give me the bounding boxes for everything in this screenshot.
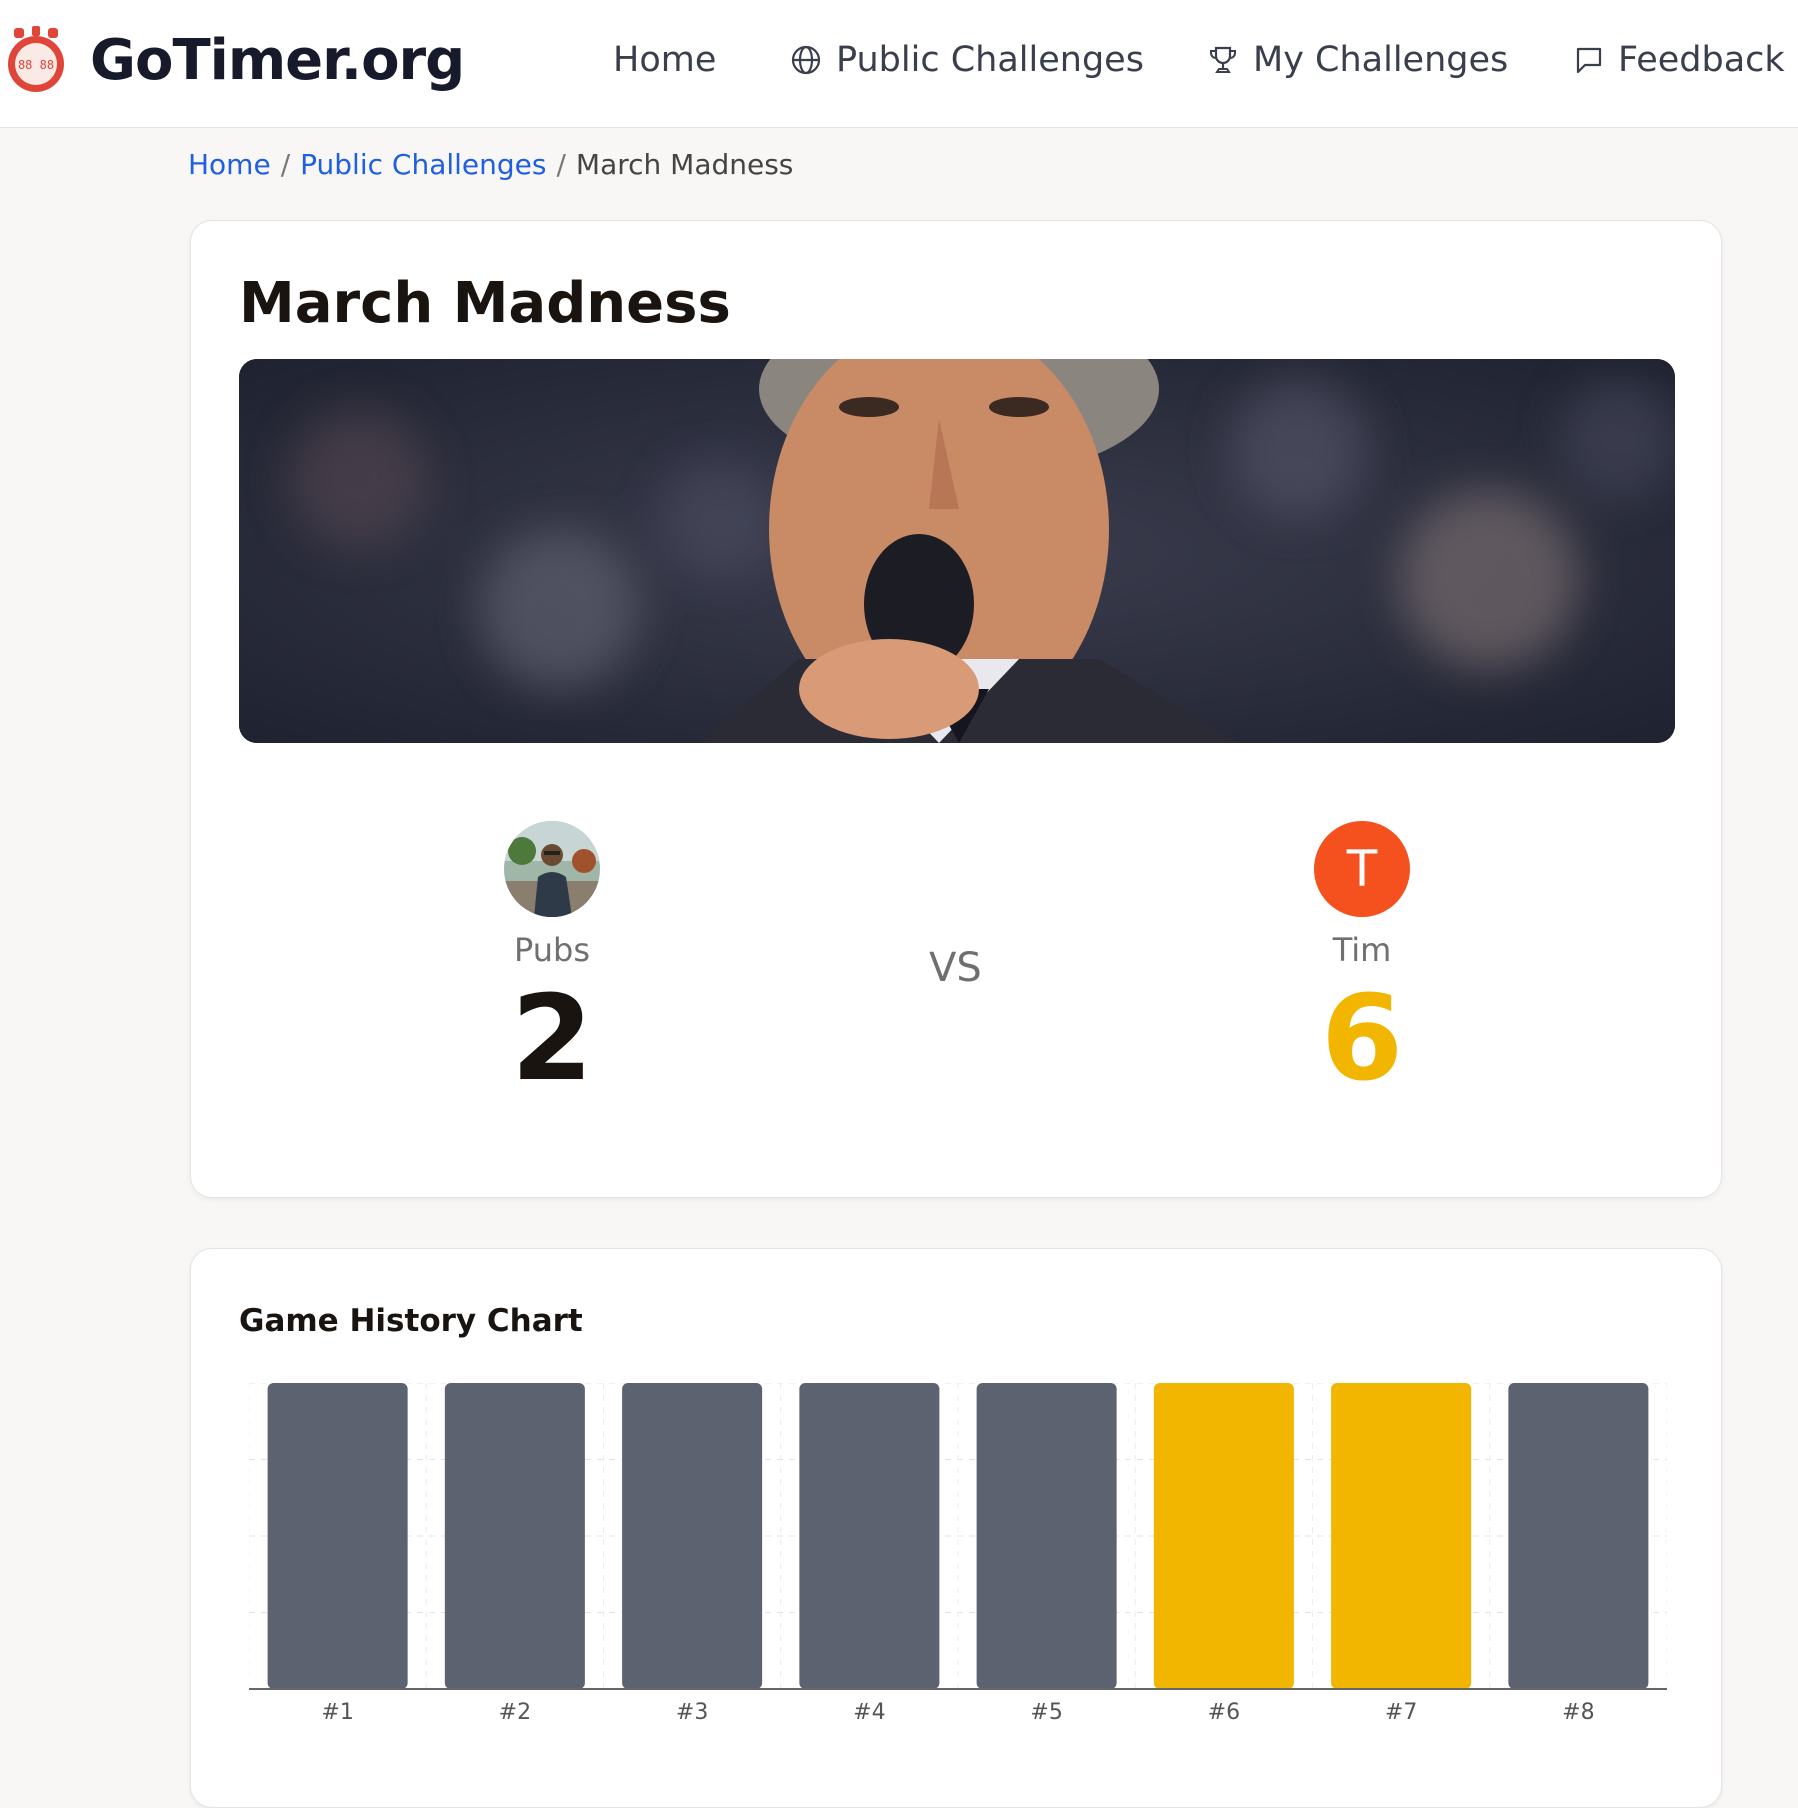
challenge-banner-image — [239, 359, 1675, 743]
chart-bar-1[interactable] — [267, 1383, 408, 1689]
chart-bar-2[interactable] — [444, 1383, 585, 1689]
breadcrumb: Home / Public Challenges / March Madness — [188, 148, 793, 181]
chart-tick-label: #8 — [1562, 1700, 1594, 1725]
breadcrumb-home[interactable]: Home — [188, 148, 271, 181]
chart-bar-6[interactable] — [1153, 1383, 1294, 1689]
brand-name: GoTimer.org — [90, 27, 465, 93]
player-pubs: Pubs 2 — [442, 821, 662, 1103]
breadcrumb-public-challenges[interactable]: Public Challenges — [300, 148, 546, 181]
chart-tick-label: #2 — [499, 1700, 531, 1725]
player-name: Tim — [1332, 931, 1392, 969]
stopwatch-logo-icon: 88 88 — [8, 26, 64, 92]
game-history-chart: #1 #2 #3 #4 #5 #6 #7 #8 — [249, 1383, 1667, 1725]
trophy-icon — [1210, 46, 1236, 73]
nav-public-challenges[interactable]: Public Challenges — [790, 30, 1144, 90]
player-score: 2 — [510, 969, 594, 1107]
chart-tick-label: #6 — [1208, 1700, 1240, 1725]
challenge-title: March Madness — [239, 271, 731, 336]
breadcrumb-current: March Madness — [575, 148, 794, 181]
banner-illustration — [239, 359, 1675, 743]
chart-bar-3[interactable] — [622, 1383, 763, 1689]
chart-tick-label: #7 — [1385, 1700, 1417, 1725]
globe-icon — [791, 45, 821, 75]
chart-bar-8[interactable] — [1508, 1383, 1649, 1689]
chart-tick-label: #1 — [321, 1700, 353, 1725]
avatar[interactable]: T — [1314, 821, 1410, 917]
vs-label: VS — [929, 945, 982, 991]
game-history-card: Game History Chart #1 #2 #3 #4 #5 #6 #7 #8 — [190, 1248, 1722, 1808]
nav-my-challenges-label: My Challenges — [1253, 40, 1509, 80]
chart-title: Game History Chart — [239, 1303, 583, 1339]
chart-tick-label: #3 — [676, 1700, 708, 1725]
avatar-photo-image — [504, 821, 600, 917]
player-name: Pubs — [514, 931, 590, 969]
nav-public-challenges-label: Public Challenges — [836, 40, 1144, 80]
chart-bar-5[interactable] — [976, 1383, 1117, 1689]
svg-text:88 88: 88 88 — [18, 58, 54, 72]
chat-bubble-icon — [1576, 47, 1602, 74]
chart-tick-label: #4 — [853, 1700, 885, 1725]
player-tim: T Tim 6 — [1252, 821, 1472, 1103]
chart-tick-label: #5 — [1030, 1700, 1062, 1725]
avatar[interactable] — [504, 821, 600, 917]
nav-home-label: Home — [613, 40, 717, 80]
chart-bar-7[interactable] — [1331, 1383, 1472, 1689]
chart-bar-4[interactable] — [799, 1383, 940, 1689]
nav-home[interactable]: Home — [613, 30, 716, 90]
nav-my-challenges[interactable]: My Challenges — [1207, 30, 1508, 90]
challenge-card: March Madness Pubs 2 VS T Tim 6 — [190, 220, 1722, 1198]
breadcrumb-separator: / — [280, 148, 291, 181]
player-score: 6 — [1320, 969, 1404, 1107]
nav-feedback[interactable]: Feedback — [1574, 30, 1785, 90]
nav-feedback-label: Feedback — [1618, 40, 1785, 80]
breadcrumb-separator: / — [556, 148, 566, 181]
top-navbar: 88 88 GoTimer.org Home Public Challenges… — [0, 0, 1798, 128]
brand[interactable]: 88 88 GoTimer.org — [4, 22, 465, 98]
